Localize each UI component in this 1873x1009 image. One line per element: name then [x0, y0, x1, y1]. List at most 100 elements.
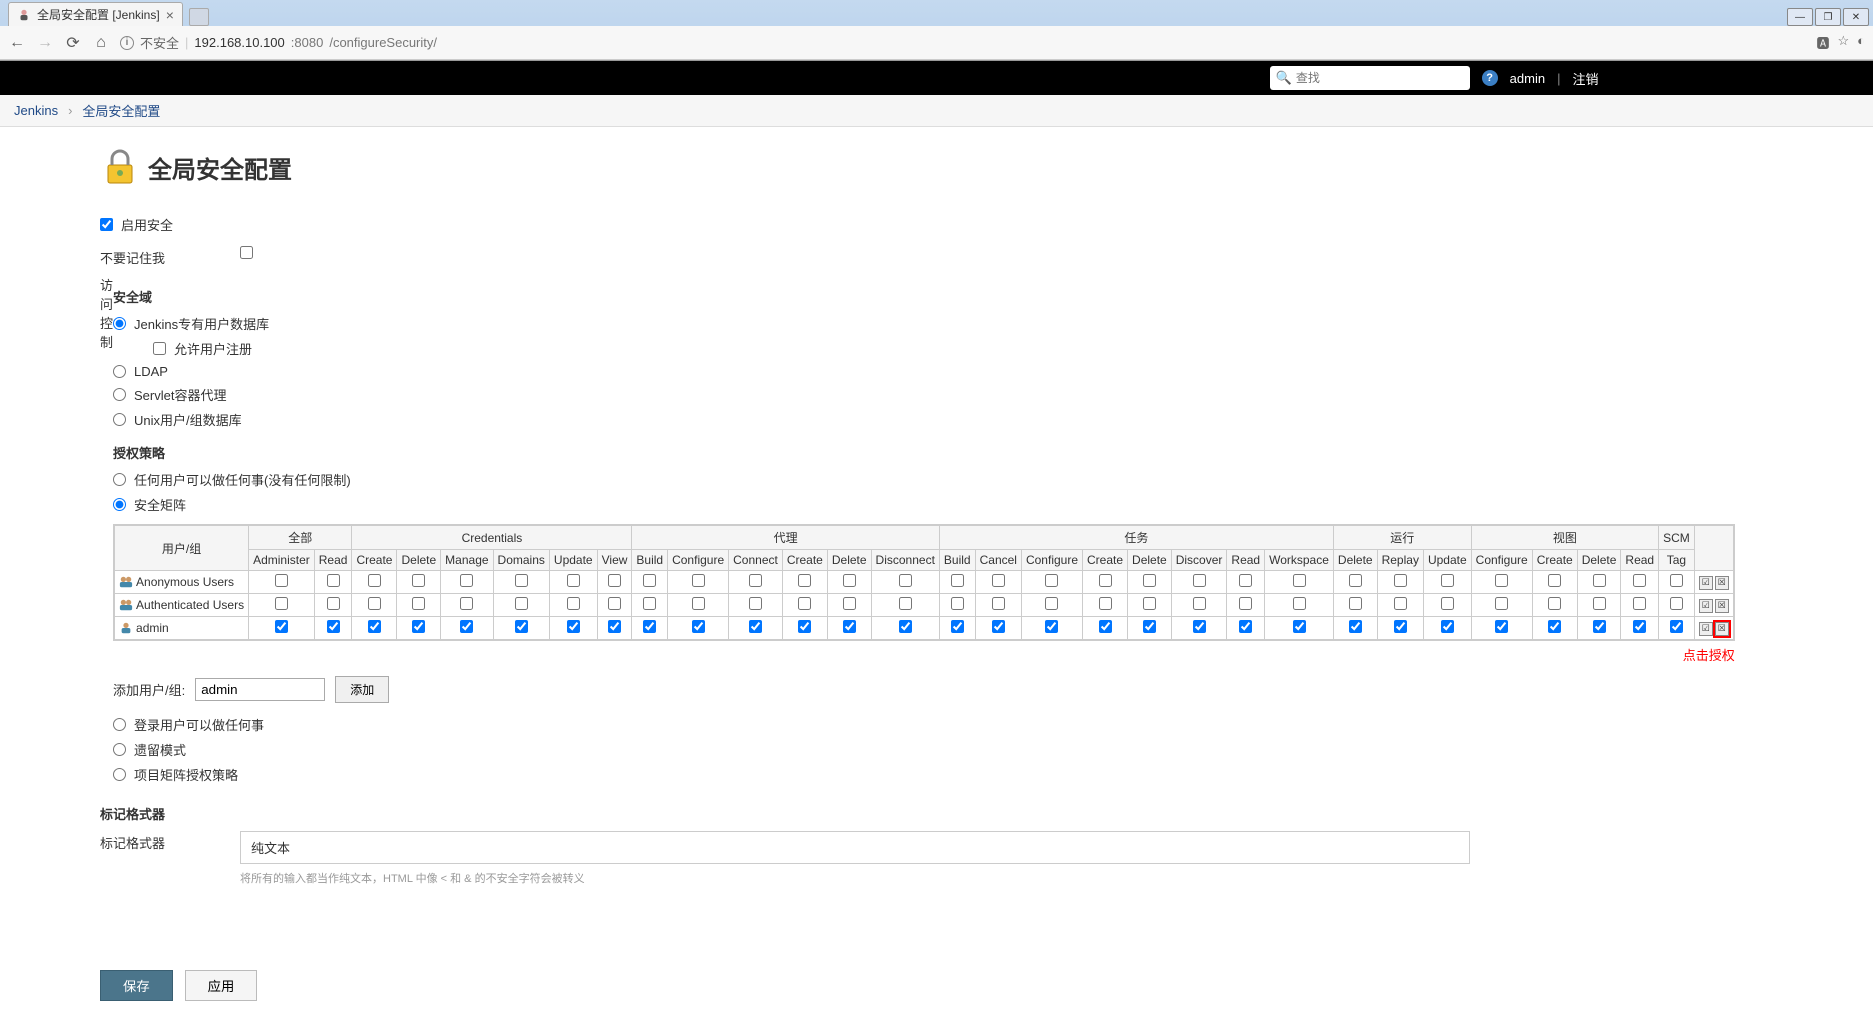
permission-checkbox[interactable]	[749, 597, 762, 610]
permission-checkbox[interactable]	[1143, 620, 1156, 633]
permission-checkbox[interactable]	[1143, 574, 1156, 587]
permission-checkbox[interactable]	[1394, 574, 1407, 587]
permission-checkbox[interactable]	[1593, 597, 1606, 610]
permission-checkbox[interactable]	[327, 597, 340, 610]
reload-icon[interactable]: ⟳	[64, 34, 82, 52]
permission-checkbox[interactable]	[643, 620, 656, 633]
permission-checkbox[interactable]	[1670, 597, 1683, 610]
permission-checkbox[interactable]	[798, 620, 811, 633]
address-bar[interactable]: i 不安全 | 192.168.10.100:8080/configureSec…	[120, 33, 1806, 52]
permission-checkbox[interactable]	[1239, 574, 1252, 587]
permission-checkbox[interactable]	[608, 574, 621, 587]
permission-checkbox[interactable]	[843, 574, 856, 587]
allow-signup[interactable]: 允许用户注册	[153, 339, 1735, 358]
permission-checkbox[interactable]	[275, 620, 288, 633]
permission-checkbox[interactable]	[460, 574, 473, 587]
permission-checkbox[interactable]	[992, 597, 1005, 610]
new-tab-button[interactable]	[189, 8, 209, 26]
permission-checkbox[interactable]	[843, 597, 856, 610]
permission-checkbox[interactable]	[1099, 597, 1112, 610]
close-icon[interactable]: ×	[166, 8, 174, 22]
permission-checkbox[interactable]	[368, 597, 381, 610]
logout-link[interactable]: 注销	[1572, 69, 1598, 88]
window-minimize-icon[interactable]: —	[1787, 8, 1813, 26]
permission-checkbox[interactable]	[412, 574, 425, 587]
select-all-icon[interactable]: ☑	[1699, 599, 1713, 613]
window-close-icon[interactable]: ✕	[1843, 8, 1869, 26]
permission-checkbox[interactable]	[460, 620, 473, 633]
back-icon[interactable]: ←	[8, 34, 26, 52]
permission-checkbox[interactable]	[1143, 597, 1156, 610]
permission-checkbox[interactable]	[951, 574, 964, 587]
permission-checkbox[interactable]	[643, 574, 656, 587]
permission-checkbox[interactable]	[692, 574, 705, 587]
permission-checkbox[interactable]	[749, 620, 762, 633]
deselect-all-icon[interactable]: ☒	[1715, 576, 1729, 590]
permission-checkbox[interactable]	[1548, 597, 1561, 610]
permission-checkbox[interactable]	[368, 620, 381, 633]
window-restore-icon[interactable]: ❐	[1815, 8, 1841, 26]
permission-checkbox[interactable]	[327, 620, 340, 633]
permission-checkbox[interactable]	[1593, 620, 1606, 633]
permission-checkbox[interactable]	[1099, 620, 1112, 633]
enable-security-checkbox[interactable]	[100, 218, 113, 231]
authz-matrix[interactable]: 安全矩阵	[113, 495, 1735, 514]
permission-checkbox[interactable]	[749, 574, 762, 587]
permission-checkbox[interactable]	[1441, 620, 1454, 633]
permission-checkbox[interactable]	[1670, 620, 1683, 633]
apply-button[interactable]: 应用	[185, 970, 258, 1001]
permission-checkbox[interactable]	[1495, 574, 1508, 587]
permission-checkbox[interactable]	[1593, 574, 1606, 587]
no-remember-checkbox[interactable]	[240, 246, 253, 259]
permission-checkbox[interactable]	[992, 574, 1005, 587]
permission-checkbox[interactable]	[1670, 574, 1683, 587]
translate-icon[interactable]: 🅰	[1816, 33, 1829, 52]
permission-checkbox[interactable]	[643, 597, 656, 610]
permission-checkbox[interactable]	[1349, 597, 1362, 610]
select-all-icon[interactable]: ☑	[1699, 622, 1713, 636]
permission-checkbox[interactable]	[608, 597, 621, 610]
permission-checkbox[interactable]	[1495, 597, 1508, 610]
add-user-input[interactable]	[195, 678, 325, 701]
permission-checkbox[interactable]	[843, 620, 856, 633]
permission-checkbox[interactable]	[567, 574, 580, 587]
permission-checkbox[interactable]	[1293, 597, 1306, 610]
permission-checkbox[interactable]	[412, 597, 425, 610]
profile-icon[interactable]: ◐	[1857, 33, 1865, 52]
permission-checkbox[interactable]	[515, 620, 528, 633]
permission-checkbox[interactable]	[1394, 620, 1407, 633]
permission-checkbox[interactable]	[992, 620, 1005, 633]
permission-checkbox[interactable]	[275, 597, 288, 610]
home-icon[interactable]: ⌂	[92, 34, 110, 52]
authz-project-matrix[interactable]: 项目矩阵授权策略	[113, 765, 1735, 784]
permission-checkbox[interactable]	[1239, 620, 1252, 633]
save-button[interactable]: 保存	[100, 970, 173, 1001]
permission-checkbox[interactable]	[1548, 620, 1561, 633]
permission-checkbox[interactable]	[1099, 574, 1112, 587]
permission-checkbox[interactable]	[1349, 574, 1362, 587]
permission-checkbox[interactable]	[368, 574, 381, 587]
permission-checkbox[interactable]	[1239, 597, 1252, 610]
permission-checkbox[interactable]	[608, 620, 621, 633]
realm-unix[interactable]: Unix用户/组数据库	[113, 410, 1735, 429]
permission-checkbox[interactable]	[899, 620, 912, 633]
permission-checkbox[interactable]	[1045, 597, 1058, 610]
permission-checkbox[interactable]	[1633, 620, 1646, 633]
deselect-all-icon[interactable]: ☒	[1715, 622, 1729, 636]
permission-checkbox[interactable]	[1495, 620, 1508, 633]
breadcrumb-root[interactable]: Jenkins	[14, 103, 58, 118]
permission-checkbox[interactable]	[899, 597, 912, 610]
permission-checkbox[interactable]	[798, 574, 811, 587]
markup-select[interactable]: 纯文本	[240, 831, 1470, 864]
user-link[interactable]: admin	[1510, 71, 1545, 86]
browser-tab[interactable]: 全局安全配置 [Jenkins] ×	[8, 2, 183, 26]
permission-checkbox[interactable]	[951, 620, 964, 633]
permission-checkbox[interactable]	[515, 574, 528, 587]
realm-jenkins-db[interactable]: Jenkins专有用户数据库	[113, 314, 1735, 333]
authz-logged-in[interactable]: 登录用户可以做任何事	[113, 715, 1735, 734]
permission-checkbox[interactable]	[1193, 597, 1206, 610]
permission-checkbox[interactable]	[1349, 620, 1362, 633]
permission-checkbox[interactable]	[899, 574, 912, 587]
permission-checkbox[interactable]	[951, 597, 964, 610]
permission-checkbox[interactable]	[567, 620, 580, 633]
